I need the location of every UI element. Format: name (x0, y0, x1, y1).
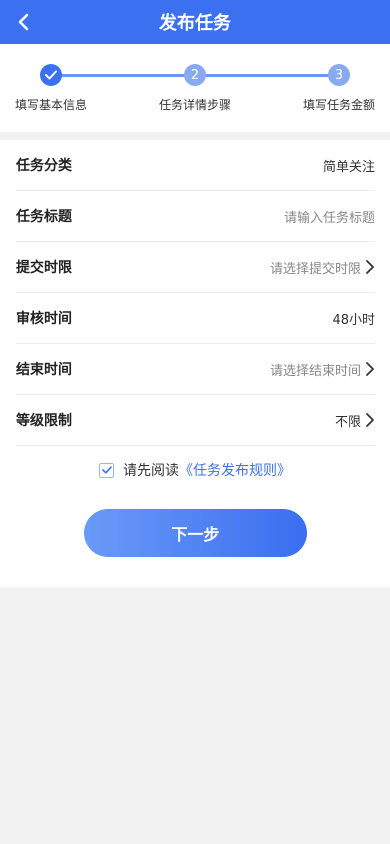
next-step-button[interactable]: 下一步 (84, 509, 307, 557)
agreement-row: 请先阅读 《任务发布规则》 (0, 460, 390, 480)
rules-link[interactable]: 《任务发布规则》 (179, 460, 291, 480)
chevron-right-icon (365, 259, 375, 275)
submit-deadline-label: 提交时限 (16, 260, 72, 276)
step-connector-1 (51, 74, 195, 77)
task-title-input[interactable]: 请输入任务标题 (284, 207, 375, 226)
step-connector-2 (195, 74, 339, 77)
level-limit-value: 不限 (334, 414, 361, 430)
end-time-label: 结束时间 (16, 362, 72, 378)
check-icon (101, 466, 112, 474)
agreement-checkbox[interactable] (99, 462, 114, 478)
task-form: 任务分类 简单关注 任务标题 请输入任务标题 提交时限 请选择提交时限 审核时间… (0, 140, 390, 587)
row-review-time[interactable]: 审核时间 48小时 (16, 293, 375, 344)
step-3-dot: 3 (328, 64, 350, 86)
step-2-dot: 2 (184, 64, 206, 86)
step-1-dot (40, 64, 62, 86)
nav-bar: 发布任务 (0, 0, 390, 44)
review-time-value: 48小时 (332, 312, 375, 328)
row-level-limit[interactable]: 等级限制 不限 (16, 395, 375, 446)
level-limit-label: 等级限制 (16, 413, 72, 429)
step-2-label: 任务详情步骤 (159, 98, 232, 112)
submit-deadline-value: 请选择提交时限 (269, 261, 361, 277)
row-task-category[interactable]: 任务分类 简单关注 (16, 140, 375, 191)
page-title: 发布任务 (159, 13, 231, 34)
task-title-label: 任务标题 (16, 209, 72, 225)
end-time-value: 请选择结束时间 (269, 363, 361, 379)
step-3-label: 填写任务金额 (303, 98, 376, 112)
back-button[interactable] (8, 6, 40, 38)
end-time-picker[interactable]: 请选择结束时间 (270, 360, 375, 379)
submit-deadline-picker[interactable]: 请选择提交时限 (270, 258, 375, 277)
level-limit-picker[interactable]: 不限 (335, 411, 375, 430)
chevron-right-icon (365, 412, 375, 428)
check-icon (45, 70, 57, 80)
step-progress: 2 3 填写基本信息 任务详情步骤 填写任务金额 (0, 44, 390, 132)
task-category-label: 任务分类 (16, 158, 72, 174)
step-1-label: 填写基本信息 (15, 98, 88, 112)
chevron-right-icon (365, 361, 375, 377)
row-end-time[interactable]: 结束时间 请选择结束时间 (16, 344, 375, 395)
review-time-label: 审核时间 (16, 311, 72, 327)
agreement-text: 请先阅读 (123, 463, 179, 479)
back-arrow-icon (18, 13, 29, 31)
task-category-value: 简单关注 (322, 159, 375, 175)
row-submit-deadline[interactable]: 提交时限 请选择提交时限 (16, 242, 375, 293)
row-task-title[interactable]: 任务标题 请输入任务标题 (16, 191, 375, 242)
